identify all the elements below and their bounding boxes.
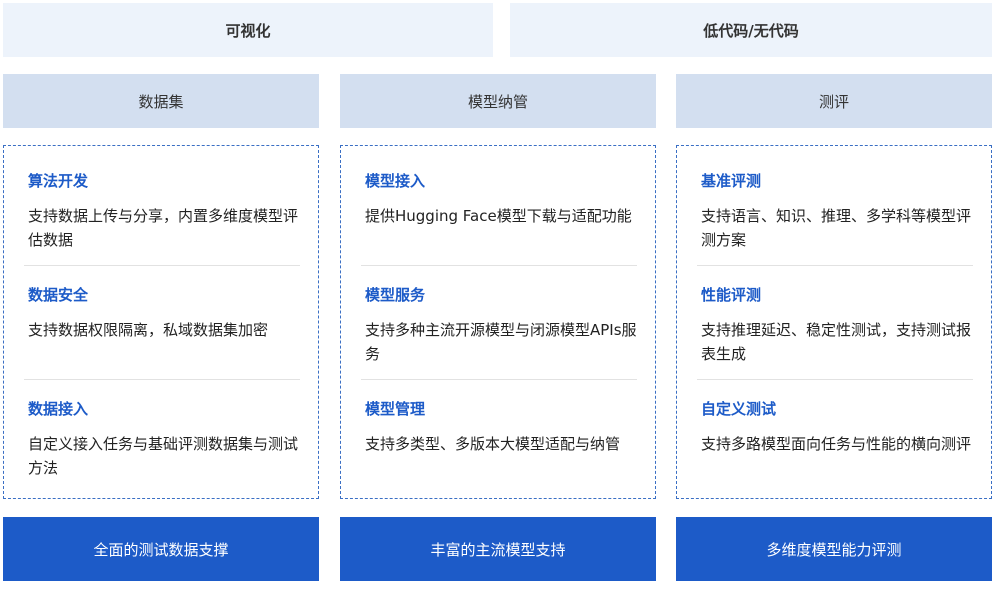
evaluation-feature-card: 基准评测 支持语言、知识、推理、多学科等模型评测方案 性能评测 支持推理延迟、稳… [676, 145, 992, 499]
feature-performance-eval: 性能评测 支持推理延迟、稳定性测试，支持测试报表生成 [697, 260, 973, 373]
feature-model-management: 模型管理 支持多类型、多版本大模型适配与纳管 [361, 374, 637, 487]
feature-data-security: 数据安全 支持数据权限隔离，私域数据集加密 [24, 260, 300, 373]
feature-model-service: 模型服务 支持多种主流开源模型与闭源模型APIs服务 [361, 260, 637, 373]
feature-algorithm-dev: 算法开发 支持数据上传与分享，内置多维度模型评估数据 [24, 146, 300, 259]
feature-title: 基准评测 [701, 172, 762, 190]
model-management-feature-card: 模型接入 提供Hugging Face模型下载与适配功能 模型服务 支持多种主流… [340, 145, 656, 499]
column-footer-label: 丰富的主流模型支持 [430, 540, 566, 559]
feature-desc: 支持推理延迟、稳定性测试，支持测试报表生成 [701, 321, 972, 363]
feature-benchmark-eval: 基准评测 支持语言、知识、推理、多学科等模型评测方案 [697, 146, 973, 259]
feature-desc: 支持多种主流开源模型与闭源模型APIs服务 [365, 321, 637, 363]
dataset-column-footer: 全面的测试数据支撑 [3, 517, 319, 581]
feature-desc: 自定义接入任务与基础评测数据集与测试方法 [28, 435, 299, 477]
feature-custom-test: 自定义测试 支持多路模型面向任务与性能的横向测评 [697, 374, 973, 487]
feature-title: 模型服务 [365, 286, 426, 304]
dataset-feature-card: 算法开发 支持数据上传与分享，内置多维度模型评估数据 数据安全 支持数据权限隔离… [3, 145, 319, 499]
model-management-column-header: 模型纳管 [340, 74, 656, 128]
feature-title: 性能评测 [701, 286, 762, 304]
feature-model-access: 模型接入 提供Hugging Face模型下载与适配功能 [361, 146, 637, 259]
column-footer-label: 全面的测试数据支撑 [93, 540, 229, 559]
dataset-column-header: 数据集 [3, 74, 319, 128]
visualization-label: 可视化 [225, 21, 271, 40]
feature-title: 自定义测试 [701, 400, 777, 418]
low-code-banner: 低代码/无代码 [510, 3, 992, 57]
feature-title: 数据接入 [28, 400, 89, 418]
feature-title: 算法开发 [28, 172, 89, 190]
evaluation-column-footer: 多维度模型能力评测 [676, 517, 992, 581]
feature-desc: 支持多路模型面向任务与性能的横向测评 [701, 435, 972, 453]
feature-desc: 支持数据权限隔离，私域数据集加密 [28, 321, 269, 339]
visualization-banner: 可视化 [3, 3, 493, 57]
feature-desc: 提供Hugging Face模型下载与适配功能 [365, 207, 632, 225]
feature-title: 模型接入 [365, 172, 426, 190]
feature-data-access: 数据接入 自定义接入任务与基础评测数据集与测试方法 [24, 374, 300, 487]
column-header-label: 模型纳管 [467, 92, 528, 111]
model-management-column-footer: 丰富的主流模型支持 [340, 517, 656, 581]
evaluation-column-header: 测评 [676, 74, 992, 128]
feature-desc: 支持数据上传与分享，内置多维度模型评估数据 [28, 207, 299, 249]
column-header-label: 数据集 [138, 92, 184, 111]
feature-desc: 支持多类型、多版本大模型适配与纳管 [365, 435, 621, 453]
feature-desc: 支持语言、知识、推理、多学科等模型评测方案 [701, 207, 972, 249]
low-code-label: 低代码/无代码 [703, 21, 799, 40]
feature-title: 数据安全 [28, 286, 89, 304]
column-footer-label: 多维度模型能力评测 [766, 540, 902, 559]
feature-title: 模型管理 [365, 400, 426, 418]
column-header-label: 测评 [818, 92, 849, 111]
